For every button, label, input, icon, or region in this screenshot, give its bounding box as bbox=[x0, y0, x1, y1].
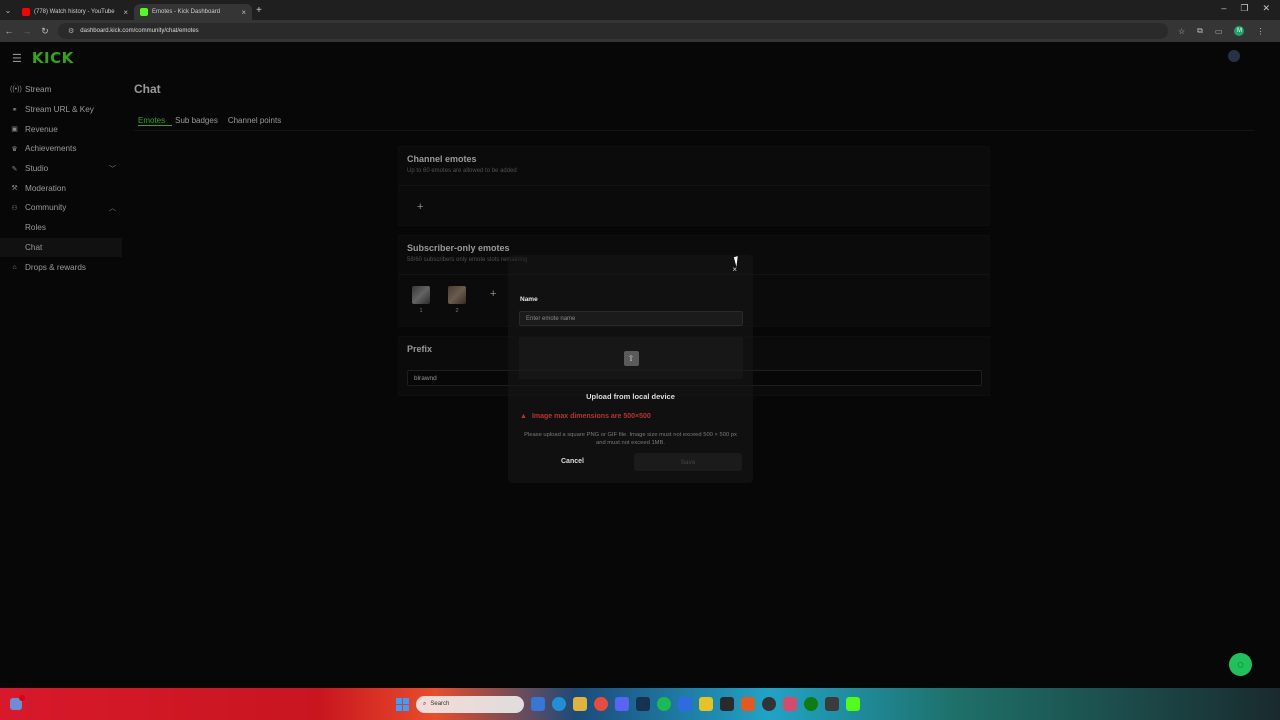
discord-icon[interactable] bbox=[615, 697, 629, 711]
new-tab-icon[interactable]: + bbox=[256, 5, 262, 16]
search-icon: ⌕ bbox=[423, 700, 427, 707]
youtube-favicon-icon bbox=[22, 8, 30, 16]
obs-icon[interactable] bbox=[762, 697, 776, 711]
browser-menu-icon[interactable]: ⋮ bbox=[1256, 27, 1264, 36]
browser-tab-strip: ⌄ (778) Watch history - YouTube × Emotes… bbox=[0, 0, 1280, 20]
cancel-button[interactable]: Cancel bbox=[561, 458, 584, 465]
chrome-icon[interactable] bbox=[594, 697, 608, 711]
browser-tab-kick[interactable]: Emotes - Kick Dashboard × bbox=[134, 4, 252, 20]
upload-dropzone[interactable]: ⇧ bbox=[519, 337, 743, 379]
notification-badge bbox=[19, 695, 25, 701]
image-upload-icon: ⇧ bbox=[623, 350, 639, 366]
reload-icon[interactable]: ↻ bbox=[36, 26, 54, 37]
error-message: ▲ Image max dimensions are 500×500 bbox=[520, 413, 651, 420]
upload-local-label[interactable]: Upload from local device bbox=[508, 392, 753, 401]
support-chat-button[interactable]: ◌ bbox=[1229, 653, 1252, 676]
back-icon[interactable]: ← bbox=[0, 26, 18, 36]
error-text: Image max dimensions are 500×500 bbox=[531, 413, 651, 420]
forward-icon[interactable]: → bbox=[18, 26, 36, 36]
app-icon[interactable] bbox=[741, 697, 755, 711]
app-icon[interactable] bbox=[678, 697, 692, 711]
warning-icon: ▲ bbox=[520, 413, 527, 420]
kick-app-icon[interactable] bbox=[846, 697, 860, 711]
address-bar-row: ← → ↻ ⚙ dashboard.kick.com/community/cha… bbox=[0, 20, 1280, 42]
edge-icon[interactable] bbox=[552, 697, 566, 711]
cast-icon[interactable]: ▭ bbox=[1215, 27, 1223, 36]
steam-icon[interactable] bbox=[636, 697, 650, 711]
app-icon[interactable] bbox=[825, 697, 839, 711]
name-label: Name bbox=[520, 296, 538, 303]
url-field[interactable]: ⚙ dashboard.kick.com/community/chat/emot… bbox=[58, 23, 1168, 39]
task-view-icon[interactable] bbox=[531, 697, 545, 711]
tab-title: (778) Watch history - YouTube bbox=[34, 9, 115, 15]
profile-avatar[interactable]: M bbox=[1234, 26, 1245, 36]
tab-search-icon[interactable]: ⌄ bbox=[0, 6, 16, 15]
file-explorer-icon[interactable] bbox=[573, 697, 587, 711]
close-window-icon[interactable]: ✕ bbox=[1262, 3, 1270, 14]
bookmark-star-icon[interactable]: ☆ bbox=[1178, 27, 1185, 36]
notification-app-icon[interactable] bbox=[10, 695, 25, 710]
chat-bubble-icon: ◌ bbox=[1237, 658, 1244, 671]
save-button[interactable]: Save bbox=[634, 453, 742, 471]
taskbar-search[interactable]: ⌕ Search bbox=[416, 695, 524, 713]
site-info-icon[interactable]: ⚙ bbox=[68, 27, 74, 35]
app-icon[interactable] bbox=[699, 697, 713, 711]
tab-title: Emotes - Kick Dashboard bbox=[152, 9, 221, 15]
restore-icon[interactable]: ❐ bbox=[1240, 3, 1248, 14]
window-controls: – ❐ ✕ bbox=[1221, 3, 1270, 14]
extensions-icon[interactable]: ⧉ bbox=[1197, 26, 1203, 36]
windows-start-icon[interactable] bbox=[396, 697, 409, 711]
upload-help-text: Please upload a square PNG or GIF file. … bbox=[524, 432, 737, 447]
kick-favicon-icon bbox=[140, 8, 148, 16]
windows-taskbar: ⌕ Search bbox=[0, 688, 1280, 720]
terminal-icon[interactable] bbox=[720, 697, 734, 711]
url-text: dashboard.kick.com/community/chat/emotes bbox=[80, 28, 199, 34]
app-icon[interactable] bbox=[783, 697, 797, 711]
add-emote-modal: × Name Enter emote name ⇧ Upload from lo… bbox=[508, 255, 753, 483]
emote-name-input[interactable]: Enter emote name bbox=[519, 311, 743, 326]
xbox-icon[interactable] bbox=[804, 697, 818, 711]
browser-tab-youtube[interactable]: (778) Watch history - YouTube × bbox=[16, 4, 134, 20]
minimize-icon[interactable]: – bbox=[1221, 3, 1226, 14]
spotify-icon[interactable] bbox=[657, 697, 671, 711]
taskbar-search-label: Search bbox=[430, 701, 450, 707]
close-tab-icon[interactable]: × bbox=[123, 8, 128, 17]
close-tab-icon[interactable]: × bbox=[241, 8, 246, 17]
